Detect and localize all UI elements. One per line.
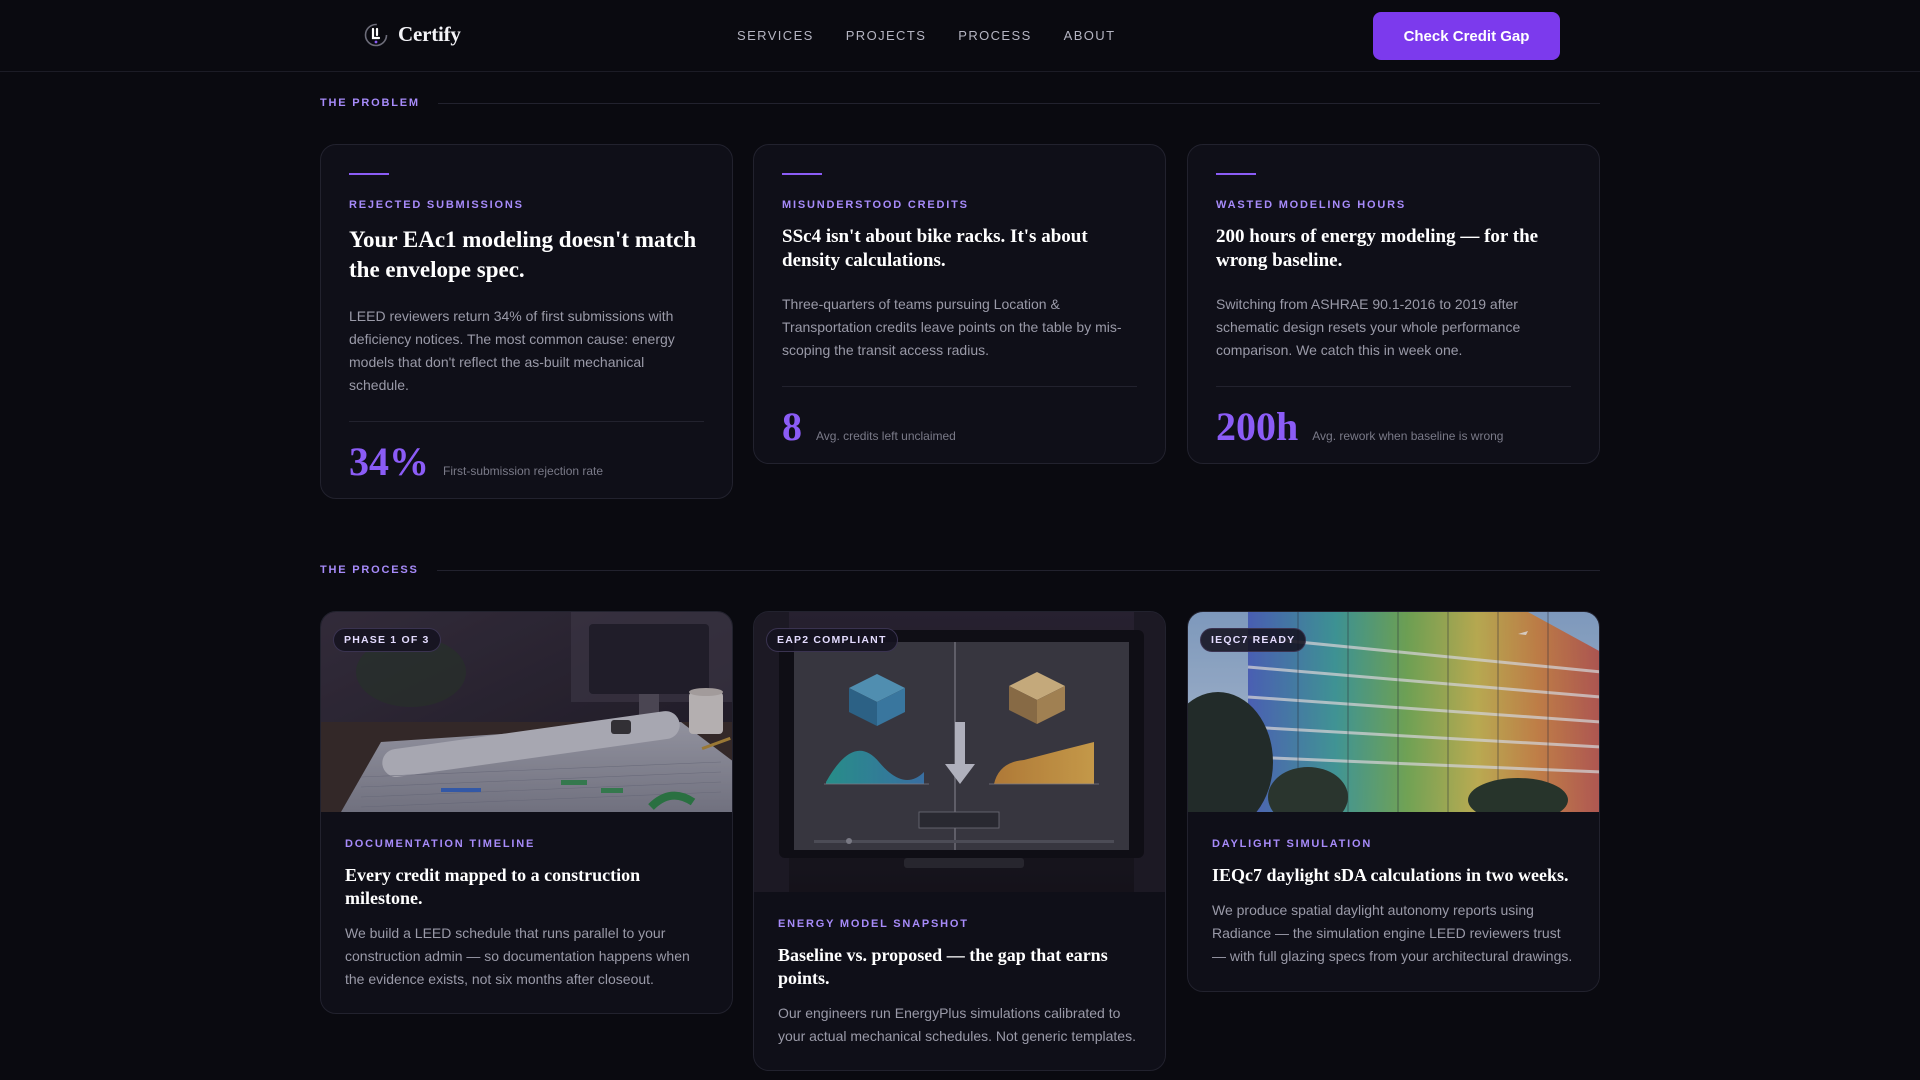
card-kicker: DOCUMENTATION TIMELINE xyxy=(345,838,536,850)
section-divider xyxy=(437,102,1600,104)
card-body: We build a LEED schedule that runs paral… xyxy=(345,925,690,987)
card-title: IEQc7 daylight sDA calculations in two w… xyxy=(1212,865,1569,885)
process-card-energy-model-snapshot[interactable]: EAP2 COMPLIANT ENERGY MODEL SNAPSHOT Bas… xyxy=(753,611,1166,1071)
card-kicker: DAYLIGHT SIMULATION xyxy=(1212,838,1373,850)
certify-logo-icon xyxy=(364,23,388,46)
process-label-text: THE PROCESS xyxy=(320,564,419,576)
card-title: Every credit mapped to a construction mi… xyxy=(345,865,641,908)
problem-card-rejected-submissions: REJECTED SUBMISSIONS Your EAc1 modeling … xyxy=(320,144,733,499)
card-content: DOCUMENTATION TIMELINE Every credit mapp… xyxy=(321,838,732,991)
problem-card-misunderstood-credits: MISUNDERSTOOD CREDITS SSc4 isn't about b… xyxy=(753,144,1166,464)
energy-model-monitor-image: EAP2 COMPLIANT xyxy=(754,612,1165,892)
stat-value: 34% xyxy=(349,439,429,484)
card-title: SSc4 isn't about bike racks. It's about … xyxy=(782,226,1088,271)
card-kicker: WASTED MODELING HOURS xyxy=(1216,199,1406,211)
nav-links: SERVICES PROJECTS PROCESS ABOUT xyxy=(737,28,1115,43)
card-title: Your EAc1 modeling doesn't match the env… xyxy=(349,227,697,282)
nav-link-process[interactable]: PROCESS xyxy=(958,28,1031,43)
compliance-badge: EAP2 COMPLIANT xyxy=(766,628,898,652)
nav-link-projects[interactable]: PROJECTS xyxy=(846,28,927,43)
brand-name: Certify xyxy=(398,22,461,46)
card-content: DAYLIGHT SIMULATION IEQc7 daylight sDA c… xyxy=(1188,838,1599,968)
stat-caption: Avg. credits left unclaimed xyxy=(816,429,956,443)
stat-value: 200h xyxy=(1216,404,1299,449)
card-body: Three-quarters of teams pursuing Locatio… xyxy=(782,296,1122,358)
card-title: Baseline vs. proposed — the gap that ear… xyxy=(778,945,1108,988)
check-credit-gap-button[interactable]: Check Credit Gap xyxy=(1373,12,1560,60)
readiness-badge: IEQC7 READY xyxy=(1200,628,1307,652)
card-accent-line xyxy=(1216,173,1256,175)
nav-link-services[interactable]: SERVICES xyxy=(737,28,814,43)
card-title: 200 hours of energy modeling — for the w… xyxy=(1216,226,1539,271)
card-stat: 8 Avg. credits left unclaimed xyxy=(782,387,1137,450)
card-kicker: ENERGY MODEL SNAPSHOT xyxy=(778,918,969,930)
card-body: We produce spatial daylight autonomy rep… xyxy=(1212,902,1573,964)
brand[interactable]: Certify xyxy=(364,22,461,47)
card-body: Our engineers run EnergyPlus simulations… xyxy=(778,1005,1136,1044)
process-card-daylight-simulation[interactable]: IEQC7 READY DAYLIGHT SIMULATION IEQc7 da… xyxy=(1187,611,1600,992)
problem-label-text: THE PROBLEM xyxy=(320,97,420,109)
energy-model-illustration xyxy=(754,612,1165,892)
stat-value: 8 xyxy=(782,404,802,449)
process-card-documentation-timeline[interactable]: PHASE 1 OF 3 DOCUMENTATION TIMELINE Ever… xyxy=(320,611,733,1014)
stat-caption: First-submission rejection rate xyxy=(443,464,604,478)
top-nav: Certify SERVICES PROJECTS PROCESS ABOUT … xyxy=(0,0,1920,72)
phase-badge: PHASE 1 OF 3 xyxy=(333,628,441,652)
problem-card-wasted-modeling-hours: WASTED MODELING HOURS 200 hours of energ… xyxy=(1187,144,1600,464)
card-body: Switching from ASHRAE 90.1-2016 to 2019 … xyxy=(1216,296,1521,358)
card-accent-line xyxy=(782,173,822,175)
card-kicker: REJECTED SUBMISSIONS xyxy=(349,199,524,211)
nav-link-about[interactable]: ABOUT xyxy=(1064,28,1116,43)
card-body: LEED reviewers return 34% of first submi… xyxy=(349,308,675,393)
card-stat: 200h Avg. rework when baseline is wrong xyxy=(1216,387,1571,450)
card-stat: 34% First-submission rejection rate xyxy=(349,422,704,485)
blueprint-desk-image: PHASE 1 OF 3 xyxy=(321,612,732,812)
problem-section-label: THE PROBLEM xyxy=(320,96,1600,110)
card-content: ENERGY MODEL SNAPSHOT Baseline vs. propo… xyxy=(754,918,1165,1048)
daylight-building-image: IEQC7 READY xyxy=(1188,612,1599,812)
section-divider xyxy=(436,569,1600,571)
process-section-label: THE PROCESS xyxy=(320,563,1600,577)
card-kicker: MISUNDERSTOOD CREDITS xyxy=(782,199,969,211)
stat-caption: Avg. rework when baseline is wrong xyxy=(1312,429,1504,443)
card-accent-line xyxy=(349,173,389,175)
